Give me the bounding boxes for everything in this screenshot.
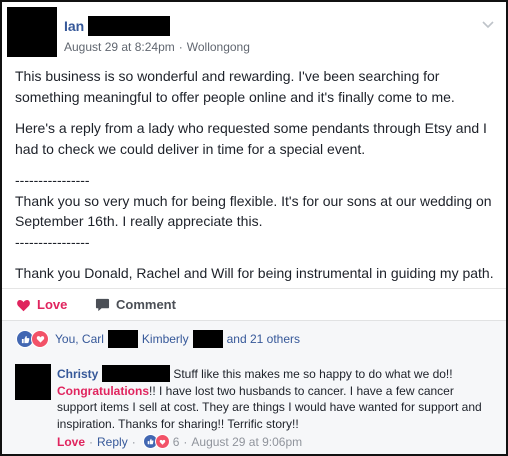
- reaction-summary[interactable]: You, Carl Kimberly and 21 others: [16, 330, 300, 348]
- footer-separator: ·: [89, 434, 94, 449]
- commenter-avatar[interactable]: [15, 364, 51, 400]
- heart-icon: [17, 299, 30, 311]
- post-closing: Thank you Donald, Rachel and Will for be…: [15, 265, 494, 281]
- comment-footer: Love · Reply · 6 · August 29 at 9:06pm: [57, 434, 302, 449]
- reactions-bar: You, Carl Kimberly and 21 others: [2, 320, 506, 358]
- heart-icon: [154, 434, 170, 449]
- commenter-name[interactable]: Christy: [57, 367, 98, 381]
- post-paragraph: This business is so wonderful and reward…: [15, 68, 455, 105]
- footer-separator: ·: [131, 434, 136, 449]
- post-timestamp[interactable]: August 29 at 8:24pm: [64, 40, 175, 54]
- heart-icon: [31, 330, 49, 348]
- chevron-down-icon[interactable]: [480, 16, 496, 32]
- love-button[interactable]: Love: [16, 297, 67, 312]
- reactors-others: and 21 others: [226, 332, 300, 346]
- redacted-surname: [107, 330, 138, 348]
- post-body: This business is so wonderful and reward…: [15, 66, 495, 295]
- comment-reaction-icons[interactable]: [142, 434, 170, 449]
- author-row: Ian: [64, 16, 171, 36]
- reactors-you-carl: You, Carl: [55, 332, 104, 346]
- redacted-surname: [192, 330, 223, 348]
- post-card: Ian August 29 at 8:24pm · Wollongong Thi…: [0, 0, 508, 456]
- reactor-kimberly: Kimberly: [141, 332, 189, 346]
- comment-icon: [95, 298, 110, 311]
- quote-divider-bottom: ----------------: [15, 233, 90, 250]
- comment-love-link[interactable]: Love: [57, 435, 85, 449]
- comment-text-line1: Stuff like this makes me so happy to do …: [173, 367, 453, 381]
- post-location[interactable]: Wollongong: [187, 40, 250, 54]
- comment-body: Christy Stuff like this makes me so happy…: [57, 365, 497, 432]
- comment-timestamp[interactable]: August 29 at 9:06pm: [191, 435, 302, 449]
- post-actions: Love Comment: [2, 288, 506, 321]
- love-label: Love: [37, 297, 68, 312]
- author-avatar[interactable]: [7, 7, 57, 57]
- author-name[interactable]: Ian: [64, 18, 84, 34]
- footer-separator: ·: [183, 434, 188, 449]
- reaction-icons: [16, 330, 49, 348]
- redacted-surname: [88, 16, 171, 36]
- quoted-message: Thank you so very much for being flexibl…: [15, 192, 492, 230]
- quote-divider-top: ----------------: [15, 172, 90, 188]
- comment-reply-link[interactable]: Reply: [97, 435, 128, 449]
- congratulations-highlight: Congratulations: [57, 383, 149, 398]
- comment-label: Comment: [116, 297, 176, 312]
- meta-separator: ·: [178, 40, 183, 54]
- comment-button[interactable]: Comment: [95, 297, 176, 312]
- comment-thread: Christy Stuff like this makes me so happy…: [2, 357, 506, 454]
- post-meta: August 29 at 8:24pm · Wollongong: [64, 40, 250, 54]
- redacted-surname: [102, 365, 171, 382]
- post-paragraph: Here's a reply from a lady who requested…: [15, 120, 487, 157]
- comment-reaction-count[interactable]: 6: [173, 435, 180, 449]
